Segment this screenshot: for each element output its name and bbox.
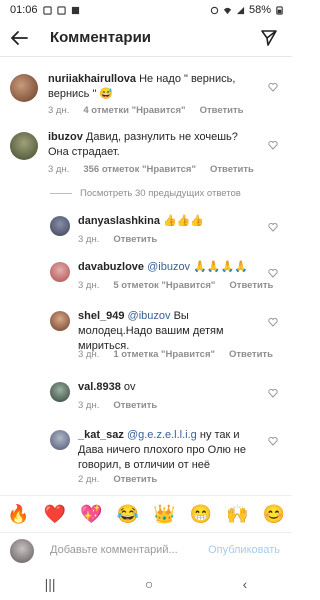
heart-icon[interactable] bbox=[268, 388, 278, 398]
heart-icon[interactable] bbox=[268, 140, 278, 150]
notification-icon-2 bbox=[56, 5, 66, 15]
back-button[interactable]: ‹ bbox=[243, 576, 248, 592]
reply-username[interactable]: danyaslashkina bbox=[78, 215, 160, 227]
reply-age: 2 дн. bbox=[78, 474, 100, 485]
reply-text: ov bbox=[123, 381, 136, 393]
page-title: Комментарии bbox=[50, 29, 152, 46]
view-previous-replies[interactable]: Посмотреть 30 предыдущих ответов bbox=[50, 188, 241, 199]
reply-button[interactable]: Ответить bbox=[113, 400, 157, 411]
reply-button[interactable]: Ответить bbox=[229, 280, 273, 291]
heart-icon[interactable] bbox=[268, 317, 278, 327]
reply-age: 3 дн. bbox=[78, 234, 100, 245]
avatar[interactable] bbox=[50, 216, 70, 236]
reply-age: 3 дн. bbox=[78, 349, 100, 360]
comment-age: 3 дн. bbox=[48, 105, 70, 116]
recent-apps-button[interactable]: ||| bbox=[45, 576, 56, 592]
comment-input[interactable]: Добавьте комментарий... bbox=[50, 544, 178, 556]
reply-mention[interactable]: @ibuzov bbox=[147, 261, 190, 273]
notification-icon bbox=[42, 5, 52, 15]
reply-mention[interactable]: @ibuzov bbox=[128, 310, 171, 322]
reply-username[interactable]: _kat_saz bbox=[78, 429, 124, 441]
avatar[interactable] bbox=[50, 262, 70, 282]
avatar[interactable] bbox=[50, 311, 70, 331]
reply-likes[interactable]: 5 отметок "Нравится" bbox=[113, 280, 215, 291]
reply-username[interactable]: shel_949 bbox=[78, 310, 124, 322]
battery-level: 58% bbox=[248, 4, 271, 16]
battery-icon bbox=[276, 5, 283, 15]
wifi-icon bbox=[223, 7, 232, 14]
avatar[interactable] bbox=[10, 74, 38, 102]
reply-mention[interactable]: @g.e.z.e.l.l.i.g bbox=[127, 429, 197, 441]
send-icon[interactable] bbox=[260, 29, 278, 47]
publish-button[interactable]: Опубликовать bbox=[208, 544, 280, 556]
heart-icon[interactable] bbox=[268, 268, 278, 278]
heart-icon[interactable] bbox=[268, 436, 278, 446]
reply-username[interactable]: davabuzlove bbox=[78, 261, 144, 273]
emoji-raised-hands[interactable]: 🙌 bbox=[226, 504, 248, 525]
signal-icon bbox=[236, 6, 245, 14]
emoji-laughing[interactable]: 😂 bbox=[117, 504, 139, 525]
comment-age: 3 дн. bbox=[48, 164, 70, 175]
divider-line bbox=[50, 193, 72, 194]
comment-likes[interactable]: 4 отметки "Нравится" bbox=[83, 105, 185, 116]
status-time: 01:06 bbox=[10, 4, 38, 16]
gallery-icon bbox=[71, 6, 79, 14]
reply-button[interactable]: Ответить bbox=[200, 105, 244, 116]
header: Комментарии bbox=[0, 20, 292, 56]
home-button[interactable]: ○ bbox=[145, 576, 153, 592]
back-arrow-icon[interactable] bbox=[10, 30, 28, 46]
emoji-quick-bar: 🔥 ❤️ 💖 😂 👑 😁 🙌 😊 bbox=[0, 495, 292, 532]
avatar[interactable] bbox=[50, 382, 70, 402]
view-replies-label: Посмотреть 30 предыдущих ответов bbox=[80, 188, 241, 199]
system-nav-bar: ||| ○ ‹ bbox=[0, 568, 292, 600]
reply-button[interactable]: Ответить bbox=[229, 349, 273, 360]
heart-icon[interactable] bbox=[268, 82, 278, 92]
reply-age: 3 дн. bbox=[78, 280, 100, 291]
avatar[interactable] bbox=[10, 132, 38, 160]
reply-button[interactable]: Ответить bbox=[113, 234, 157, 245]
reply-likes[interactable]: 1 отметка "Нравится" bbox=[113, 349, 215, 360]
reply-button[interactable]: Ответить bbox=[210, 164, 254, 175]
reply-username[interactable]: val.8938 bbox=[78, 381, 121, 393]
reply-age: 3 дн. bbox=[78, 400, 100, 411]
emoji-grin[interactable]: 😁 bbox=[190, 504, 212, 525]
comment-composer: Добавьте комментарий... Опубликовать bbox=[0, 532, 292, 569]
avatar[interactable] bbox=[50, 430, 70, 450]
reply-button[interactable]: Ответить bbox=[113, 474, 157, 485]
comment-likes[interactable]: 356 отметок "Нравится" bbox=[83, 164, 196, 175]
status-bar: 01:06 58% bbox=[0, 0, 292, 20]
avatar bbox=[10, 539, 34, 563]
reply-text: 👍👍👍 bbox=[163, 215, 205, 227]
emoji-smile[interactable]: 😊 bbox=[263, 504, 285, 525]
heart-icon[interactable] bbox=[268, 222, 278, 232]
alarm-icon bbox=[210, 6, 219, 14]
emoji-crown[interactable]: 👑 bbox=[153, 504, 175, 525]
reply-text: 🙏🙏🙏🙏 bbox=[193, 261, 248, 273]
comment-username[interactable]: ibuzov bbox=[48, 131, 83, 143]
emoji-sparkling-heart[interactable]: 💖 bbox=[80, 504, 102, 525]
header-divider bbox=[0, 56, 292, 57]
comment-username[interactable]: nuriiakhairullova bbox=[48, 73, 136, 85]
emoji-fire[interactable]: 🔥 bbox=[7, 504, 29, 525]
emoji-heart[interactable]: ❤️ bbox=[44, 504, 66, 525]
